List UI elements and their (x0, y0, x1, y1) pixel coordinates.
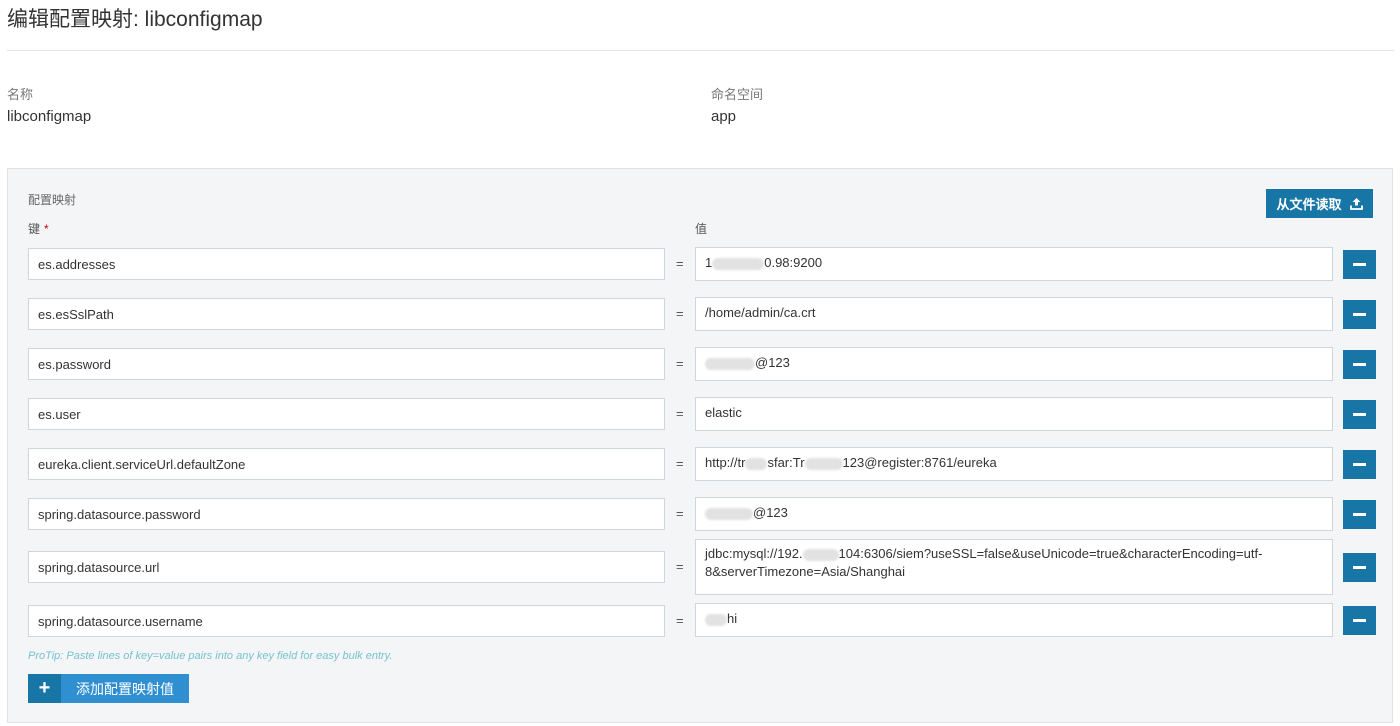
redaction-blur (804, 457, 843, 470)
minus-icon (1353, 313, 1366, 316)
equals-sign: = (676, 506, 684, 521)
upload-icon (1349, 198, 1363, 210)
namespace-value: app (711, 108, 737, 125)
plus-icon: + (28, 674, 61, 703)
title-divider (7, 50, 1394, 51)
redaction-blur (705, 357, 755, 370)
value-input[interactable]: http://tr sfar:Tr 123@register:8761/eureka (695, 447, 1333, 481)
value-input[interactable]: elastic (695, 397, 1333, 431)
page-title: 编辑配置映射: libconfigmap (7, 8, 263, 31)
redaction-blur (705, 507, 753, 520)
name-label: 名称 (7, 87, 34, 102)
equals-sign: = (676, 559, 684, 574)
remove-entry-button[interactable] (1343, 350, 1376, 379)
value-input[interactable]: /home/admin/ca.crt (695, 297, 1333, 331)
value-text: @123 (753, 505, 788, 520)
key-input[interactable]: es.esSslPath (28, 298, 665, 330)
equals-sign: = (676, 456, 684, 471)
minus-icon (1353, 463, 1366, 466)
equals-sign: = (676, 613, 684, 628)
minus-icon (1353, 566, 1366, 569)
key-input[interactable]: es.user (28, 398, 665, 430)
equals-sign: = (676, 356, 684, 371)
protip-text: ProTip: Paste lines of key=value pairs i… (28, 650, 393, 662)
key-input[interactable]: spring.datasource.url (28, 551, 665, 583)
add-configmap-value-button[interactable]: + 添加配置映射值 (28, 674, 189, 703)
minus-icon (1353, 413, 1366, 416)
remove-entry-button[interactable] (1343, 250, 1376, 279)
name-value: libconfigmap (7, 108, 92, 125)
redaction-blur (705, 613, 727, 626)
remove-entry-button[interactable] (1343, 400, 1376, 429)
key-input[interactable]: spring.datasource.username (28, 605, 665, 637)
value-text: 0.98:9200 (764, 255, 823, 270)
remove-entry-button[interactable] (1343, 606, 1376, 635)
value-text: jdbc:mysql://192. (705, 546, 803, 561)
read-from-file-label: 从文件读取 (1276, 197, 1342, 212)
redaction-blur (745, 457, 768, 470)
remove-entry-button[interactable] (1343, 500, 1376, 529)
key-input[interactable]: eureka.client.serviceUrl.defaultZone (28, 448, 665, 480)
namespace-label: 命名空间 (711, 87, 764, 102)
redaction-blur (712, 257, 765, 270)
value-text: 1 (705, 255, 713, 270)
remove-entry-button[interactable] (1343, 553, 1376, 582)
value-input[interactable]: 1 0.98:9200 (695, 247, 1333, 281)
value-input[interactable]: jdbc:mysql://192. 104:6306/siem?useSSL=fa… (695, 539, 1333, 595)
value-text: 123@register:8761/eureka (842, 455, 997, 470)
value-input[interactable]: hi (695, 603, 1333, 637)
minus-icon (1353, 363, 1366, 366)
required-marker: * (44, 222, 49, 236)
key-input[interactable]: es.addresses (28, 248, 665, 280)
remove-entry-button[interactable] (1343, 300, 1376, 329)
read-from-file-button[interactable]: 从文件读取 (1266, 189, 1373, 218)
value-text: @123 (755, 355, 790, 370)
key-header-text: 键 (28, 222, 41, 236)
remove-entry-button[interactable] (1343, 450, 1376, 479)
value-input[interactable]: @123 (695, 497, 1333, 531)
minus-icon (1353, 619, 1366, 622)
redaction-blur (802, 548, 839, 561)
key-column-header: 键 * (28, 220, 49, 237)
configmap-panel: 配置映射 键 * 值 从文件读取 es.addresses = 1 0.98:920… (7, 168, 1393, 723)
value-column-header: 值 (695, 222, 708, 236)
value-text: sfar:Tr (767, 455, 805, 470)
key-input[interactable]: spring.datasource.password (28, 498, 665, 530)
value-text: http://tr (705, 455, 746, 470)
value-input[interactable]: @123 (695, 347, 1333, 381)
value-text: hi (727, 611, 738, 626)
minus-icon (1353, 263, 1366, 266)
add-configmap-value-label: 添加配置映射值 (76, 680, 174, 697)
equals-sign: = (676, 256, 684, 271)
equals-sign: = (676, 306, 684, 321)
equals-sign: = (676, 406, 684, 421)
configmap-section-label: 配置映射 (28, 193, 77, 207)
minus-icon (1353, 513, 1366, 516)
value-text: /home/admin/ca.crt (705, 305, 816, 320)
value-text: elastic (705, 405, 742, 420)
key-input[interactable]: es.password (28, 348, 665, 380)
